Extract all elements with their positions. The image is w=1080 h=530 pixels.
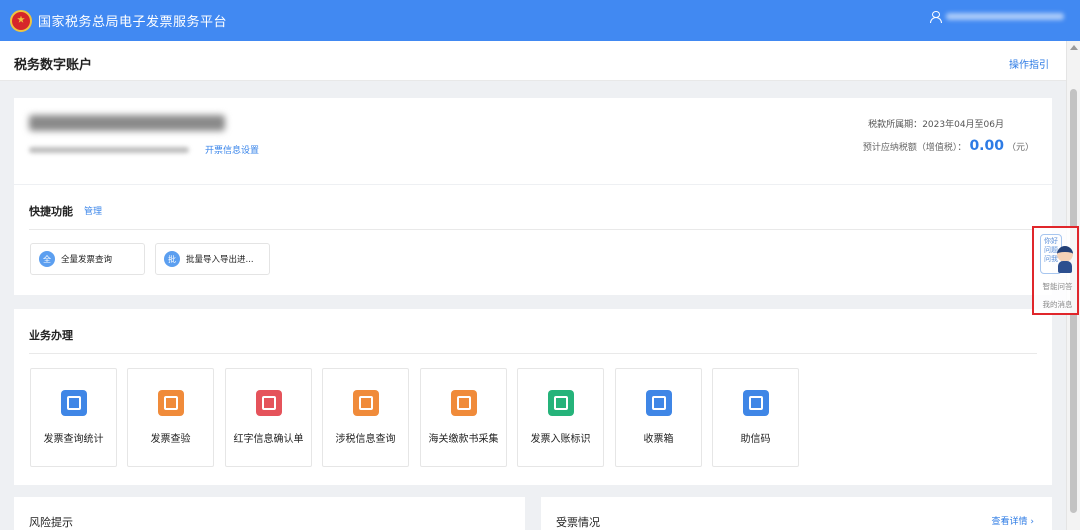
my-messages-label[interactable]: 我的消息: [1034, 299, 1080, 310]
tax-period-value: 2023年04月至06月: [922, 120, 1004, 130]
invoice-receipt-title: 受票情况: [556, 516, 600, 529]
quick-manage-link[interactable]: 管理: [84, 204, 102, 217]
forecast-tax-unit: （元）: [1006, 143, 1034, 153]
quick-item-batch-import-export[interactable]: 批 批量导入导出进...: [155, 243, 270, 275]
quick-item-label: 全量发票查询: [61, 255, 113, 265]
business-divider: [29, 353, 1037, 354]
top-header: 国家税务总局电子发票服务平台: [0, 0, 1080, 41]
qr-code-icon: [743, 390, 769, 416]
biz-tile-invoice-booking[interactable]: 发票入账标识: [517, 368, 604, 467]
company-name-redacted: [29, 115, 225, 131]
full-query-icon: 全: [39, 251, 55, 267]
invoice-receipt-card: 受票情况 查看详情 ›: [541, 497, 1052, 530]
page-title: 税务数字账户: [14, 58, 93, 73]
business-title: 业务办理: [29, 329, 73, 342]
forecast-tax-label: 预计应纳税额（增值税）：: [862, 143, 967, 153]
biz-tile-label: 发票入账标识: [530, 434, 591, 445]
biz-tile-label: 发票查询统计: [43, 434, 104, 445]
batch-icon: 批: [164, 251, 180, 267]
quick-divider: [29, 229, 1037, 230]
biz-tile-tax-info-query[interactable]: 涉税信息查询: [322, 368, 409, 467]
customs-collect-icon: [451, 390, 477, 416]
biz-tile-red-letter-confirm[interactable]: 红字信息确认单: [225, 368, 312, 467]
biz-tile-label: 发票查验: [150, 434, 191, 445]
company-info-row: 开票信息设置: [29, 143, 259, 156]
user-menu[interactable]: [930, 11, 1064, 23]
biz-tile-mailbox[interactable]: 收票箱: [615, 368, 702, 467]
risk-title: 风险提示: [29, 516, 73, 529]
quick-functions-card: 快捷功能 管理 全 全量发票查询 批 批量导入导出进...: [14, 185, 1052, 295]
biz-tile-customs-collect[interactable]: 海关缴款书采集: [420, 368, 507, 467]
invoice-search-icon: [61, 390, 87, 416]
scroll-up-arrow-icon[interactable]: [1070, 45, 1078, 50]
biz-tile-label: 涉税信息查询: [335, 434, 396, 445]
invoice-verify-icon: [158, 390, 184, 416]
biz-tile-invoice-query-stats[interactable]: 发票查询统计: [30, 368, 117, 467]
smart-assistant-widget[interactable]: 你好 问题 问我 智能问答 我的消息: [1032, 226, 1079, 315]
smart-qa-label[interactable]: 智能问答: [1034, 281, 1080, 292]
forecast-tax-amount: 0.00: [969, 138, 1004, 154]
user-name-redacted: [946, 12, 1064, 20]
quick-functions-title: 快捷功能: [29, 205, 73, 218]
company-id-redacted: [29, 146, 189, 153]
biz-tile-qr-code[interactable]: 助信码: [712, 368, 799, 467]
account-summary-card: 开票信息设置 税款所属期：2023年04月至06月 预计应纳税额（增值税）： 0…: [14, 98, 1052, 184]
operation-guide-link[interactable]: 操作指引: [1009, 56, 1049, 71]
biz-tile-label: 海关缴款书采集: [428, 434, 499, 445]
biz-tile-label: 收票箱: [643, 434, 674, 445]
assistant-robot-icon[interactable]: [1056, 246, 1074, 274]
invoice-booking-icon: [548, 390, 574, 416]
view-detail-link[interactable]: 查看详情 ›: [992, 514, 1034, 527]
risk-alert-card: 风险提示: [14, 497, 525, 530]
biz-tile-invoice-verify[interactable]: 发票查验: [127, 368, 214, 467]
red-letter-confirm-icon: [256, 390, 282, 416]
tax-info-search-icon: [353, 390, 379, 416]
invoice-settings-link[interactable]: 开票信息设置: [205, 143, 259, 156]
biz-tile-label: 红字信息确认单: [233, 434, 304, 445]
page-header: 税务数字账户 操作指引: [0, 41, 1066, 81]
national-emblem-icon: [10, 9, 32, 32]
app-title: 国家税务总局电子发票服务平台: [38, 15, 228, 30]
biz-tile-label: 助信码: [740, 434, 771, 445]
business-handling-card: 业务办理 发票查询统计 发票查验 红字信息确认单 涉税信息查询 海关缴款书采集 …: [14, 309, 1052, 485]
user-icon: [930, 11, 942, 23]
quick-item-full-invoice-query[interactable]: 全 全量发票查询: [30, 243, 145, 275]
quick-item-label: 批量导入导出进...: [186, 255, 254, 265]
forecast-tax: 预计应纳税额（增值税）： 0.00 （元）: [863, 138, 1034, 154]
mailbox-icon: [646, 390, 672, 416]
tax-period-label: 税款所属期：: [868, 120, 923, 130]
tax-period: 税款所属期：2023年04月至06月: [868, 117, 1004, 130]
